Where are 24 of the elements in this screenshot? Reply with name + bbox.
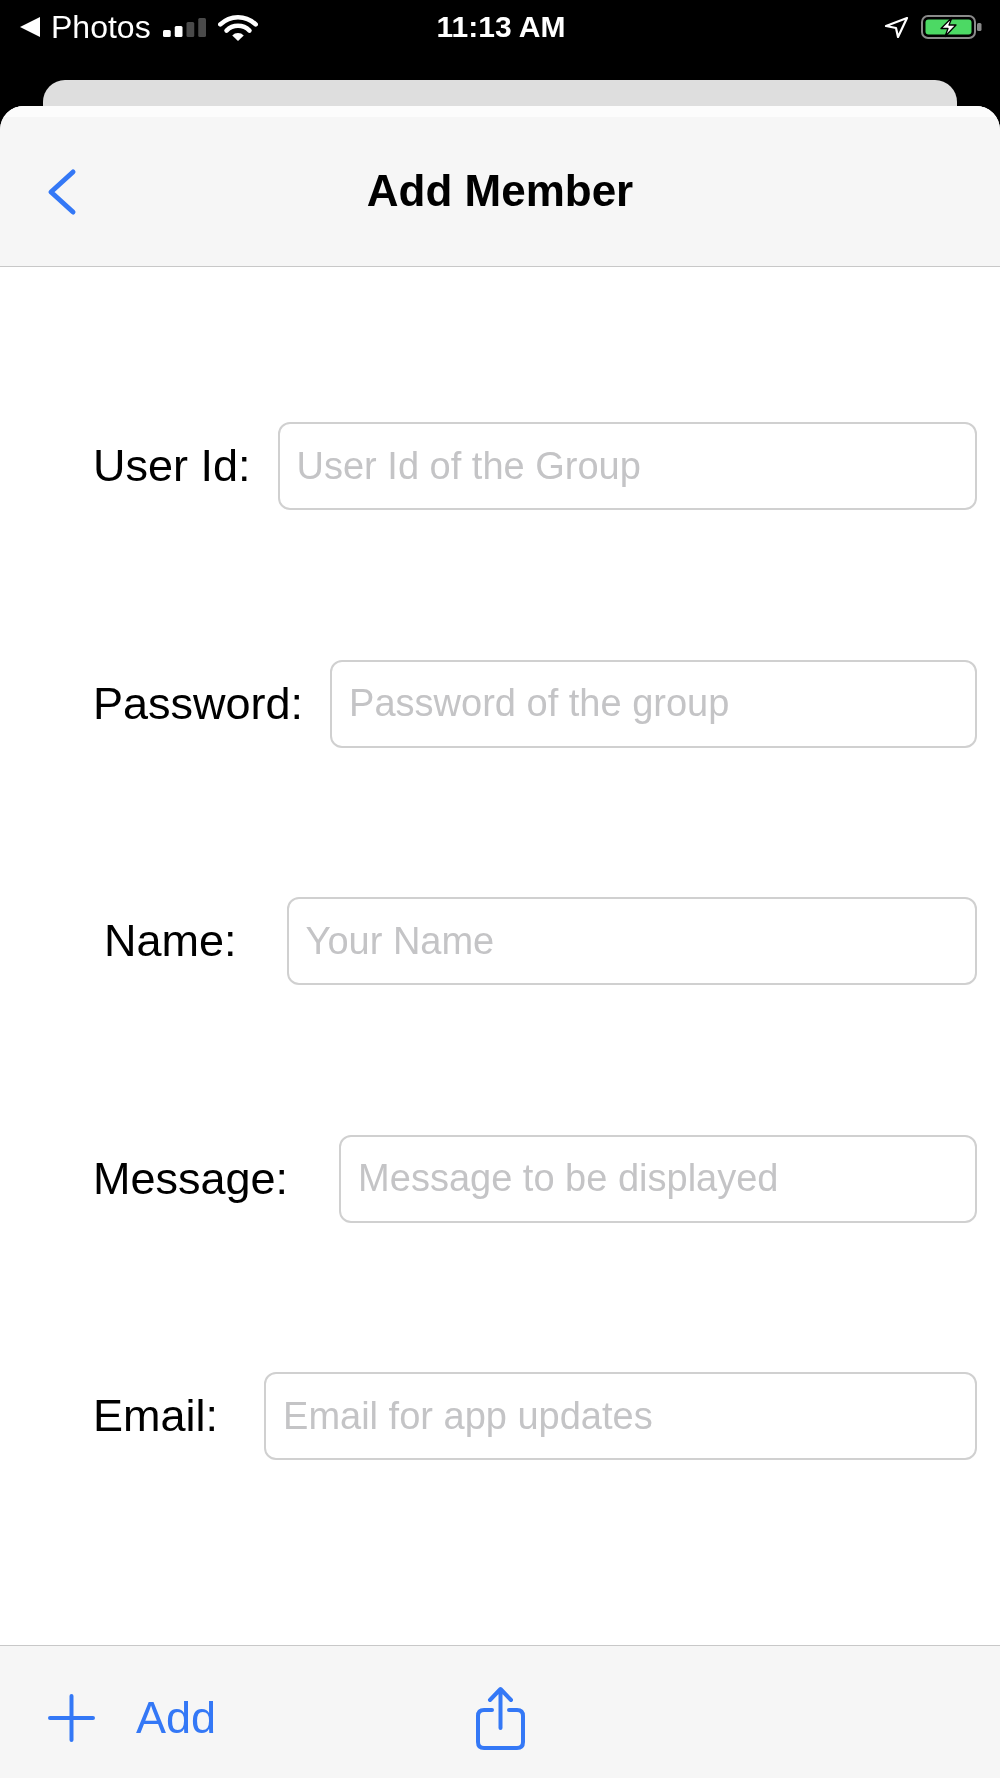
plus-icon [48, 1694, 95, 1742]
back-button[interactable] [46, 167, 77, 216]
wifi-icon [217, 13, 258, 41]
back-to-app-link[interactable]: Photos [20, 11, 151, 43]
text-field[interactable]: User Id of the Group [277, 422, 977, 510]
field-label: User Id: [93, 439, 251, 493]
battery-charging-icon [921, 15, 982, 39]
field-label: Password: [93, 676, 304, 731]
chevron-left-icon [46, 167, 77, 216]
signal-icon [162, 17, 206, 37]
text-field[interactable]: Password of the group [330, 659, 977, 748]
screen-title: Add Member [366, 166, 634, 217]
text-field[interactable]: Your Name [286, 897, 977, 985]
share-button[interactable] [475, 1686, 527, 1750]
field-label: Message: [93, 1151, 289, 1206]
field-label: Email: [93, 1389, 219, 1443]
share-icon [475, 1686, 527, 1750]
text-field[interactable]: Email for app updates [264, 1372, 977, 1460]
location-arrow-icon [884, 15, 909, 39]
triangle-left-icon [20, 17, 40, 37]
add-button[interactable]: Add [48, 1691, 217, 1745]
status-time: 11:13 AM [436, 12, 566, 42]
field-label: Name: [104, 914, 237, 968]
text-field[interactable]: Message to be displayed [339, 1134, 977, 1223]
